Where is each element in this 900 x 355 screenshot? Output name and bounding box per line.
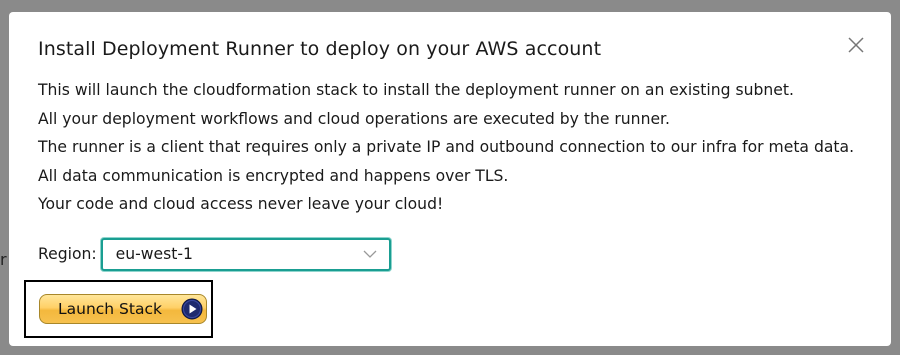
description-line: This will launch the cloudformation stac… <box>38 81 794 99</box>
region-select[interactable]: eu-west-1 <box>100 237 391 271</box>
launch-stack-button[interactable]: Launch Stack <box>39 294 207 324</box>
region-label: Region: <box>38 245 97 263</box>
launch-stack-label: Launch Stack <box>58 300 162 318</box>
backdrop-partial-text: r <box>0 250 7 269</box>
modal-title: Install Deployment Runner to deploy on y… <box>38 38 602 60</box>
install-runner-modal: Install Deployment Runner to deploy on y… <box>9 12 891 346</box>
region-selected-value: eu-west-1 <box>115 245 193 263</box>
close-button[interactable] <box>847 36 865 54</box>
description-line: All your deployment workflows and cloud … <box>38 109 670 128</box>
modal-description: This will launch the cloudformation stac… <box>38 76 878 219</box>
description-line: The runner is a client that requires onl… <box>38 138 855 185</box>
close-icon <box>848 37 864 53</box>
chevron-down-icon <box>363 250 377 258</box>
region-row: Region: eu-west-1 <box>38 235 391 273</box>
launch-stack-focus-frame: Launch Stack <box>24 280 213 338</box>
description-line: Your code and cloud access never leave y… <box>38 195 444 213</box>
play-arrow-icon <box>181 298 203 320</box>
